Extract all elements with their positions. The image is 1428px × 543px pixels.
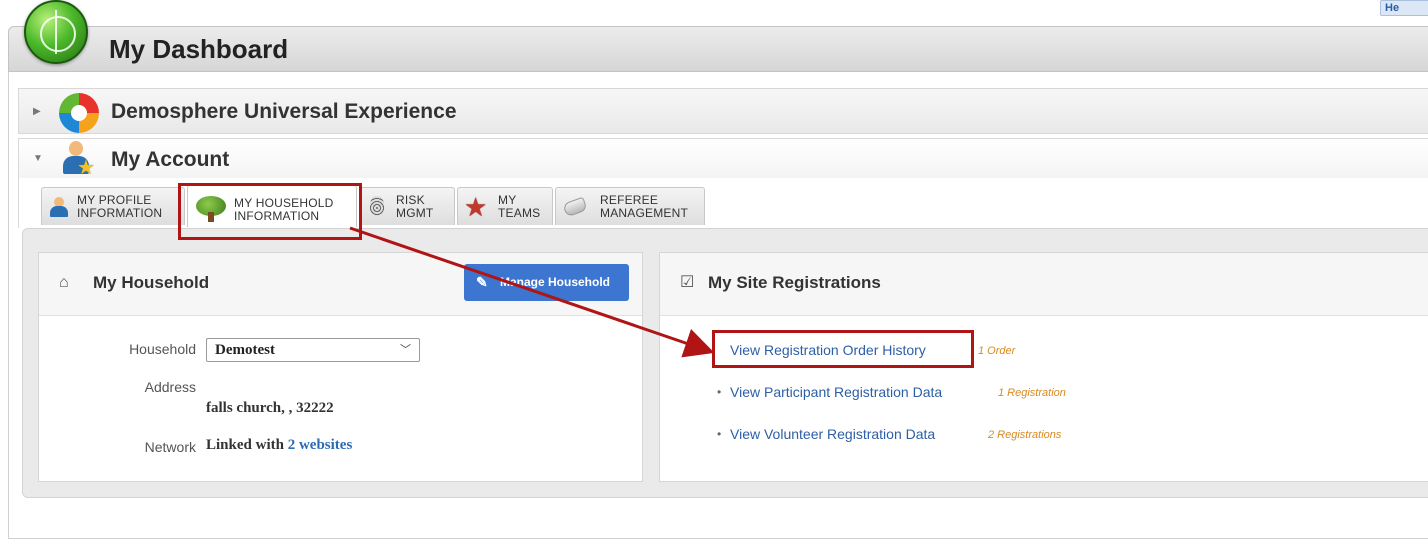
annotation-arrow <box>349 226 715 358</box>
divider <box>8 538 1428 539</box>
